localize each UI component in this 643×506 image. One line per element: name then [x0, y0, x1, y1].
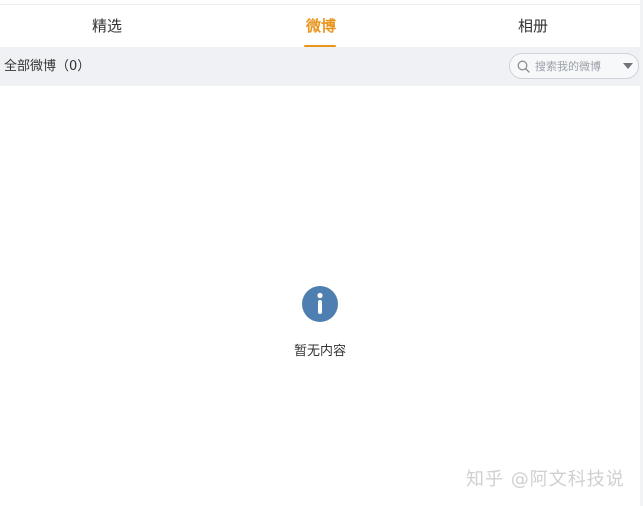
filter-bar: 全部微博（0）	[0, 47, 640, 86]
profile-feed-panel: 精选 微博 相册 全部微博（0） 暂无内容 知乎 @阿文科技说	[0, 0, 640, 506]
tab-album[interactable]: 相册	[502, 5, 564, 48]
empty-state-message: 暂无内容	[293, 344, 346, 359]
search-box[interactable]	[509, 53, 639, 79]
info-icon	[302, 286, 338, 322]
tab-weibo[interactable]: 微博	[290, 5, 352, 48]
search-input[interactable]	[535, 57, 617, 75]
watermark: 知乎 @阿文科技说	[466, 469, 625, 490]
caret-down-icon[interactable]	[623, 63, 633, 70]
search-icon	[517, 60, 530, 73]
tab-bar: 精选 微博 相册	[0, 4, 640, 48]
tab-featured[interactable]: 精选	[76, 5, 138, 48]
empty-content-area: 暂无内容	[0, 86, 640, 506]
post-count-label: 全部微博（0）	[4, 59, 91, 74]
